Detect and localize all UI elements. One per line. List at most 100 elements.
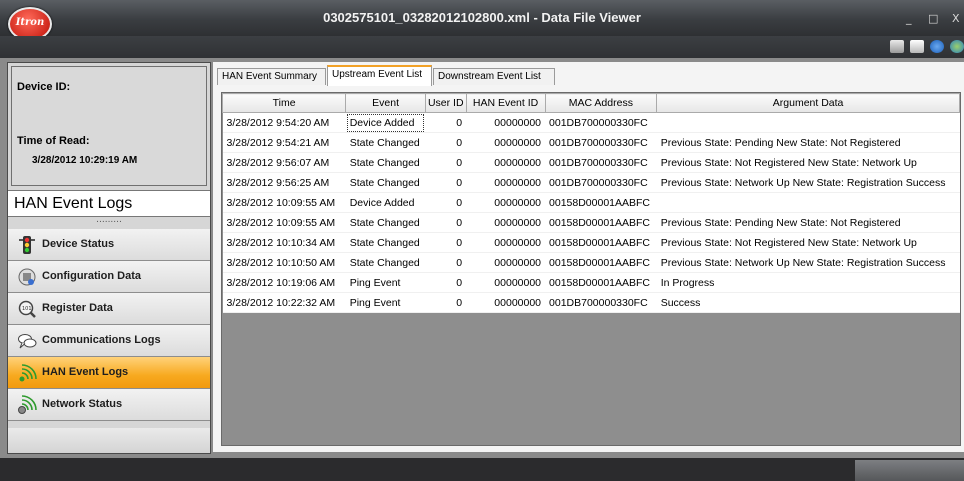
cell-han-event-id[interactable]: 00000000 [466,152,546,173]
column-header-user-id[interactable]: User ID [424,93,467,113]
cell-mac-address[interactable]: 00158D00001AABFC [545,192,657,213]
cell-time[interactable]: 3/28/2012 10:19:06 AM [222,272,346,293]
cell-argument-data[interactable] [656,192,960,213]
column-header-han-event-id[interactable]: HAN Event ID [465,93,546,113]
nav-han-event-logs[interactable]: HAN Event Logs [8,357,210,389]
title-bar[interactable]: Itron 0302575101_03282012102800.xml - Da… [0,0,964,41]
cell-user-id[interactable]: 0 [425,232,467,253]
column-header-mac-address[interactable]: MAC Address [544,93,658,113]
cell-mac-address[interactable]: 00158D00001AABFC [545,252,657,273]
cell-argument-data[interactable]: Success [656,292,960,313]
cell-mac-address[interactable]: 001DB700000330FC [545,152,657,173]
nav-configuration-data[interactable]: Configuration Data [8,261,210,293]
cell-han-event-id[interactable]: 00000000 [466,132,546,153]
cell-argument-data[interactable]: Previous State: Not Registered New State… [656,232,960,253]
cell-user-id[interactable]: 0 [425,152,467,173]
nav-network-status[interactable]: Network Status [8,389,210,421]
help-icon[interactable] [930,40,944,53]
cell-time[interactable]: 3/28/2012 9:54:20 AM [222,112,346,133]
left-panel: Device ID: Time of Read: 3/28/2012 10:29… [7,62,211,454]
cell-time[interactable]: 3/28/2012 10:22:32 AM [222,292,346,313]
cell-argument-data[interactable]: Previous State: Not Registered New State… [656,152,960,173]
cell-han-event-id[interactable]: 00000000 [466,232,546,253]
cell-han-event-id[interactable]: 00000000 [466,292,546,313]
cell-han-event-id[interactable]: 00000000 [466,112,546,133]
cell-time[interactable]: 3/28/2012 10:10:34 AM [222,232,346,253]
cell-event[interactable]: Device Added [345,112,426,133]
cell-user-id[interactable]: 0 [425,112,467,133]
cell-time[interactable]: 3/28/2012 10:09:55 AM [222,192,346,213]
status-panel [855,460,964,481]
column-header-event[interactable]: Event [345,93,426,113]
cell-event[interactable]: State Changed [345,152,426,173]
cell-argument-data[interactable]: In Progress [656,272,960,293]
cell-mac-address[interactable]: 001DB700000330FC [545,112,657,133]
app-window: Itron 0302575101_03282012102800.xml - Da… [0,0,964,481]
tab-han-event-summary[interactable]: HAN Event Summary [217,68,326,85]
cell-argument-data[interactable] [656,112,960,133]
cell-argument-data[interactable]: Previous State: Pending New State: Not R… [656,132,960,153]
cell-mac-address[interactable]: 00158D00001AABFC [545,232,657,253]
table-row[interactable]: 3/28/2012 10:09:55 AM State Changed 0 00… [222,212,960,233]
splitter-handle[interactable]: ......... [8,216,210,228]
cell-user-id[interactable]: 0 [425,192,467,213]
event-grid[interactable]: Time Event User ID HAN Event ID MAC Addr… [221,92,961,446]
table-row[interactable]: 3/28/2012 10:10:50 AM State Changed 0 00… [222,252,960,273]
cell-event[interactable]: Device Added [345,192,426,213]
cell-time[interactable]: 3/28/2012 9:56:07 AM [222,152,346,173]
cell-han-event-id[interactable]: 00000000 [466,212,546,233]
nav-communications-logs[interactable]: Communications Logs [8,325,210,357]
cell-han-event-id[interactable]: 00000000 [466,192,546,213]
cell-event[interactable]: Ping Event [345,292,426,313]
cell-event[interactable]: Ping Event [345,272,426,293]
cell-user-id[interactable]: 0 [425,252,467,273]
table-row[interactable]: 3/28/2012 9:56:07 AM State Changed 0 000… [222,152,960,173]
cell-mac-address[interactable]: 001DB700000330FC [545,132,657,153]
tab-upstream-event-list[interactable]: Upstream Event List [327,65,432,86]
table-row[interactable]: 3/28/2012 10:10:34 AM State Changed 0 00… [222,232,960,253]
column-header-time[interactable]: Time [222,93,347,113]
cell-time[interactable]: 3/28/2012 10:09:55 AM [222,212,346,233]
table-row[interactable]: 3/28/2012 9:56:25 AM State Changed 0 000… [222,172,960,193]
table-row[interactable]: 3/28/2012 9:54:20 AM Device Added 0 0000… [222,112,960,133]
print-icon[interactable] [910,40,924,53]
table-row[interactable]: 3/28/2012 9:54:21 AM State Changed 0 000… [222,132,960,153]
cell-mac-address[interactable]: 00158D00001AABFC [545,212,657,233]
cell-user-id[interactable]: 0 [425,292,467,313]
cell-time[interactable]: 3/28/2012 10:10:50 AM [222,252,346,273]
cell-time[interactable]: 3/28/2012 9:56:25 AM [222,172,346,193]
cell-mac-address[interactable]: 001DB700000330FC [545,172,657,193]
cell-time[interactable]: 3/28/2012 9:54:21 AM [222,132,346,153]
column-header-argument-data[interactable]: Argument Data [656,93,960,113]
cell-event[interactable]: State Changed [345,252,426,273]
cell-argument-data[interactable]: Previous State: Network Up New State: Re… [656,252,960,273]
cell-han-event-id[interactable]: 00000000 [466,172,546,193]
table-row[interactable]: 3/28/2012 10:22:32 AM Ping Event 0 00000… [222,292,960,313]
cell-han-event-id[interactable]: 00000000 [466,252,546,273]
cell-user-id[interactable]: 0 [425,132,467,153]
nav-device-status[interactable]: Device Status [8,229,210,261]
web-icon[interactable] [950,40,964,53]
nav-register-data[interactable]: 101 Register Data [8,293,210,325]
cell-argument-data[interactable]: Previous State: Network Up New State: Re… [656,172,960,193]
table-row[interactable]: 3/28/2012 10:19:06 AM Ping Event 0 00000… [222,272,960,293]
cell-event[interactable]: State Changed [345,212,426,233]
han-signal-icon [19,364,37,382]
cell-han-event-id[interactable]: 00000000 [466,272,546,293]
cell-mac-address[interactable]: 001DB700000330FC [545,292,657,313]
cell-event[interactable]: State Changed [345,132,426,153]
cell-user-id[interactable]: 0 [425,272,467,293]
maximize-button[interactable]: □ [928,12,938,25]
cell-event[interactable]: State Changed [345,172,426,193]
table-row[interactable]: 3/28/2012 10:09:55 AM Device Added 0 000… [222,192,960,213]
nav-empty-area [8,428,210,453]
cell-mac-address[interactable]: 00158D00001AABFC [545,272,657,293]
minimize-button[interactable]: _ [906,12,912,25]
export-icon[interactable] [890,40,904,53]
close-button[interactable]: X [952,12,960,25]
cell-event[interactable]: State Changed [345,232,426,253]
cell-argument-data[interactable]: Previous State: Pending New State: Not R… [656,212,960,233]
cell-user-id[interactable]: 0 [425,212,467,233]
tab-downstream-event-list[interactable]: Downstream Event List [433,68,555,85]
cell-user-id[interactable]: 0 [425,172,467,193]
